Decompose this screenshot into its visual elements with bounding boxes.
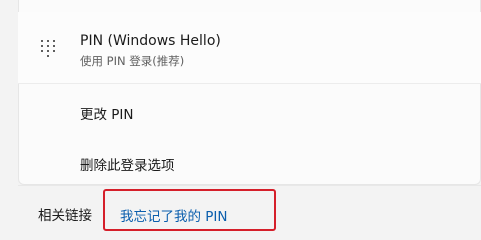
related-links-label: 相关链接 <box>38 208 92 224</box>
pin-subtitle: 使用 PIN 登录(推荐) <box>80 54 185 68</box>
change-pin-option[interactable]: 更改 PIN <box>80 103 134 123</box>
remove-sign-in-option[interactable]: 删除此登录选项 <box>80 154 175 174</box>
forgot-pin-link[interactable]: 我忘记了我的 PIN <box>120 205 228 225</box>
keypad-icon <box>40 40 56 58</box>
pin-title: PIN (Windows Hello) <box>80 33 221 49</box>
